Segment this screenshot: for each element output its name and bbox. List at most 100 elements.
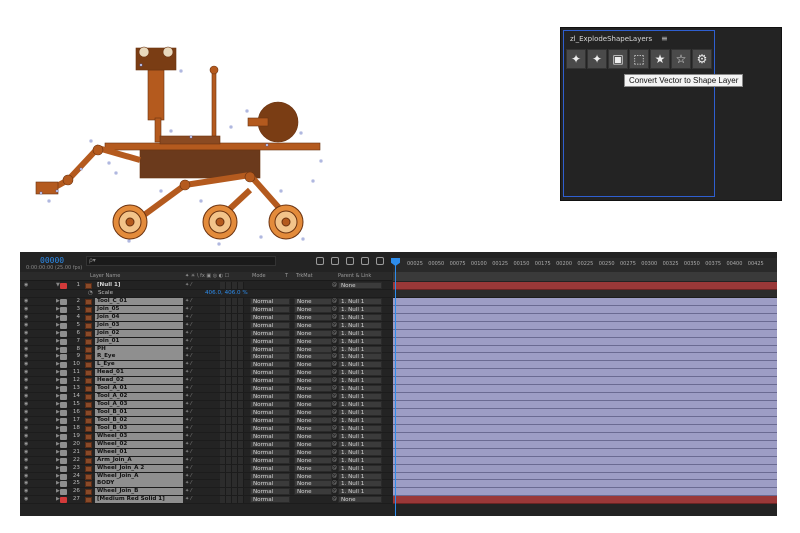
layer-duration-bar[interactable] — [393, 448, 777, 457]
layer-row[interactable]: ◉ ▶ 12 Head_02 ✦ ⁄ Normal None @1. Null 1 — [20, 377, 392, 386]
parent-pickwhip-icon[interactable]: @ — [332, 361, 337, 369]
blend-mode-select[interactable]: Normal — [250, 329, 290, 337]
layer-duration-bar[interactable] — [393, 313, 777, 322]
layer-duration-bar[interactable] — [393, 297, 777, 306]
visibility-eye-icon[interactable]: ◉ — [24, 417, 28, 425]
parent-pickwhip-icon[interactable]: @ — [332, 465, 337, 473]
visibility-eye-icon[interactable]: ◉ — [24, 369, 28, 377]
parent-pickwhip-icon[interactable]: @ — [332, 353, 337, 361]
layer-switches[interactable]: ✦ ⁄ — [185, 353, 192, 361]
visibility-eye-icon[interactable]: ◉ — [24, 488, 28, 496]
label-color-swatch[interactable] — [60, 386, 67, 393]
label-color-swatch[interactable] — [60, 283, 67, 289]
layer-switches[interactable]: ✦ ⁄ — [185, 393, 192, 401]
layer-switch-boxes[interactable] — [220, 329, 244, 337]
layer-row[interactable]: ◉ ▶ 20 Wheel_02 ✦ ⁄ Normal None @1. Null 1 — [20, 440, 392, 449]
label-color-swatch[interactable] — [60, 473, 67, 480]
track-matte-select[interactable]: None — [294, 337, 332, 345]
track-matte-select[interactable]: None — [294, 345, 332, 353]
visibility-eye-icon[interactable]: ◉ — [24, 441, 28, 449]
layer-switch-boxes[interactable] — [220, 305, 244, 313]
layer-switches[interactable]: ✦ ⁄ — [185, 449, 192, 457]
layer-switches[interactable]: ✦ ⁄ — [185, 282, 192, 290]
layer-row[interactable]: ◉ ▶ 2 Tool_C_01 ✦ ⁄ Normal None @1. Null 1 — [20, 297, 392, 306]
layer-duration-bar[interactable] — [393, 440, 777, 449]
layer-row[interactable]: ◉ ▶ 10 L_Eye ✦ ⁄ Normal None @1. Null 1 — [20, 361, 392, 370]
label-color-swatch[interactable] — [60, 362, 67, 369]
label-color-swatch[interactable] — [60, 306, 67, 313]
layer-duration-bar[interactable] — [393, 337, 777, 346]
layer-name[interactable]: Wheel_03 — [95, 432, 183, 440]
blend-mode-select[interactable]: Normal — [250, 496, 290, 504]
visibility-eye-icon[interactable]: ◉ — [24, 393, 28, 401]
track-matte-select[interactable]: None — [294, 321, 332, 329]
parent-pickwhip-icon[interactable]: @ — [332, 441, 337, 449]
layer-row[interactable]: ◉ ▶ 24 Wheel_Join_A ✦ ⁄ Normal None @1. Null 1 — [20, 472, 392, 481]
parent-select[interactable]: 1. Null 1 — [338, 464, 382, 472]
visibility-eye-icon[interactable]: ◉ — [24, 322, 28, 330]
label-color-swatch[interactable] — [60, 370, 67, 377]
parent-pickwhip-icon[interactable]: @ — [332, 314, 337, 322]
parent-pickwhip-icon[interactable]: @ — [332, 298, 337, 306]
layer-switches[interactable]: ✦ ⁄ — [185, 314, 192, 322]
layer-duration-bar[interactable] — [393, 409, 777, 417]
layer-switches[interactable]: ✦ ⁄ — [185, 417, 192, 425]
layer-switches[interactable]: ✦ ⁄ — [185, 480, 192, 488]
parent-pickwhip-icon[interactable]: @ — [332, 425, 337, 433]
parent-select[interactable]: 1. Null 1 — [338, 329, 382, 337]
layer-switch-boxes[interactable] — [220, 313, 244, 321]
layer-switches[interactable]: ✦ ⁄ — [185, 441, 192, 449]
layer-row[interactable]: ◉ ▶ 3 Join_05 ✦ ⁄ Normal None @1. Null 1 — [20, 305, 392, 314]
layer-switches[interactable]: ✦ ⁄ — [185, 465, 192, 473]
layer-name[interactable]: Wheel_Join_A 2 — [95, 464, 183, 472]
layer-switches[interactable]: ✦ ⁄ — [185, 433, 192, 441]
layer-switch-boxes[interactable] — [220, 424, 244, 432]
layer-name[interactable]: [Null 1] — [95, 282, 183, 289]
parent-pickwhip-icon[interactable]: @ — [332, 393, 337, 401]
star-outline-button[interactable]: ☆ — [671, 49, 691, 69]
layer-row[interactable]: ◉ ▶ 25 BODY ✦ ⁄ Normal None @1. Null 1 — [20, 480, 392, 489]
parent-pickwhip-icon[interactable]: @ — [332, 417, 337, 425]
visibility-eye-icon[interactable]: ◉ — [24, 457, 28, 465]
blend-mode-select[interactable]: Normal — [250, 440, 290, 448]
label-color-swatch[interactable] — [60, 449, 67, 456]
layer-name[interactable]: Wheel_02 — [95, 440, 183, 448]
visibility-eye-icon[interactable]: ◉ — [24, 473, 28, 481]
layer-duration-bar[interactable] — [393, 329, 777, 338]
label-color-swatch[interactable] — [60, 378, 67, 385]
layer-name[interactable]: Tool_A_01 — [95, 385, 183, 393]
layer-row[interactable]: ◉ ▶ 23 Wheel_Join_A 2 ✦ ⁄ Normal None @1. Null … — [20, 464, 392, 473]
parent-pickwhip-icon[interactable]: @ — [332, 449, 337, 457]
layer-row[interactable]: ◉ ▶ 17 Tool_B_02 ✦ ⁄ Normal None @1. Null 1 — [20, 416, 392, 425]
label-color-swatch[interactable] — [60, 346, 67, 353]
layer-switches[interactable]: ✦ ⁄ — [185, 377, 192, 385]
track-matte-select[interactable]: None — [294, 488, 332, 496]
layer-duration-bar[interactable] — [393, 361, 777, 370]
parent-select[interactable]: 1. Null 1 — [338, 313, 382, 321]
frame-blending-icon[interactable] — [361, 257, 369, 265]
layer-row[interactable]: ◉ ▶ 16 Tool_B_01 ✦ ⁄ Normal None @1. Null 1 — [20, 409, 392, 417]
parent-select[interactable]: 1. Null 1 — [338, 377, 382, 385]
blend-mode-select[interactable]: Normal — [250, 345, 290, 353]
blend-mode-select[interactable]: Normal — [250, 377, 290, 385]
layer-name[interactable]: Arm_Join_A — [95, 456, 183, 464]
visibility-eye-icon[interactable]: ◉ — [24, 449, 28, 457]
visibility-eye-icon[interactable]: ◉ — [24, 353, 28, 361]
parent-select[interactable]: 1. Null 1 — [338, 385, 382, 393]
track-matte-select[interactable]: None — [294, 456, 332, 464]
parent-pickwhip-icon[interactable]: @ — [332, 488, 337, 496]
parent-select[interactable]: 1. Null 1 — [338, 440, 382, 448]
layer-switch-boxes[interactable] — [220, 282, 244, 289]
layer-switch-boxes[interactable] — [220, 369, 244, 377]
parent-pickwhip-icon[interactable]: @ — [332, 401, 337, 409]
track-matte-select[interactable]: None — [294, 472, 332, 480]
layer-duration-bar[interactable] — [393, 416, 777, 425]
label-color-swatch[interactable] — [60, 330, 67, 337]
work-area-bar[interactable] — [393, 272, 777, 281]
layer-duration-bar[interactable] — [393, 472, 777, 481]
parent-select[interactable]: 1. Null 1 — [338, 297, 382, 305]
parent-select[interactable]: 1. Null 1 — [338, 488, 382, 496]
layer-duration-bar[interactable] — [393, 496, 777, 505]
parent-select[interactable]: 1. Null 1 — [338, 432, 382, 440]
layer-row[interactable]: ◉ ▶ 21 Wheel_01 ✦ ⁄ Normal None @1. Null 1 — [20, 448, 392, 457]
